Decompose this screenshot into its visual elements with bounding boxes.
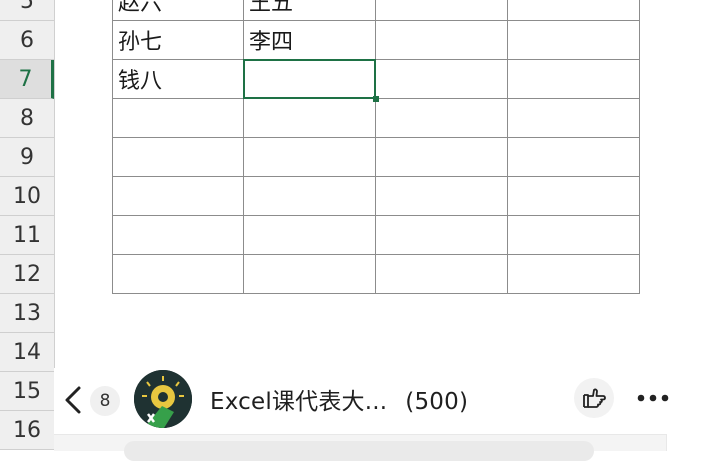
cell-5-4[interactable] bbox=[508, 0, 640, 21]
row-header-11[interactable]: 11 bbox=[0, 216, 54, 255]
chat-input-field[interactable] bbox=[124, 441, 594, 461]
cell-11-1[interactable] bbox=[112, 216, 244, 255]
cell-9-2[interactable] bbox=[244, 138, 376, 177]
cell-7-4[interactable] bbox=[508, 60, 640, 99]
row-header-16[interactable]: 16 bbox=[0, 411, 54, 450]
cell-12-3[interactable] bbox=[376, 255, 508, 294]
cell-5-1[interactable]: 赵六 bbox=[112, 0, 244, 21]
row-header-8[interactable]: 8 bbox=[0, 99, 54, 138]
cell-12-2[interactable] bbox=[244, 255, 376, 294]
cell-6-2[interactable]: 李四 bbox=[244, 21, 376, 60]
cell-11-2[interactable] bbox=[244, 216, 376, 255]
cell-8-2[interactable] bbox=[244, 99, 376, 138]
back-button[interactable] bbox=[60, 384, 86, 416]
cell-8-1[interactable] bbox=[112, 99, 244, 138]
row-header: 5 6 7 8 9 10 11 12 13 14 15 16 bbox=[0, 0, 55, 450]
cell-9-1[interactable] bbox=[112, 138, 244, 177]
cell-8-4[interactable] bbox=[508, 99, 640, 138]
row-header-10[interactable]: 10 bbox=[0, 177, 54, 216]
row-header-9[interactable]: 9 bbox=[0, 138, 54, 177]
more-horizontal-icon bbox=[637, 394, 669, 402]
row-header-5[interactable]: 5 bbox=[0, 0, 54, 21]
cell-6-1[interactable]: 孙七 bbox=[112, 21, 244, 60]
row-header-12[interactable]: 12 bbox=[0, 255, 54, 294]
gesture-button[interactable] bbox=[574, 378, 614, 418]
cell-9-3[interactable] bbox=[376, 138, 508, 177]
cell-12-1[interactable] bbox=[112, 255, 244, 294]
group-avatar[interactable] bbox=[134, 370, 192, 428]
cell-7-3[interactable] bbox=[376, 60, 508, 99]
cell-12-4[interactable] bbox=[508, 255, 640, 294]
cell-10-3[interactable] bbox=[376, 177, 508, 216]
cell-10-4[interactable] bbox=[508, 177, 640, 216]
cell-7-1[interactable]: 钱八 bbox=[112, 60, 244, 99]
cell-6-4[interactable] bbox=[508, 21, 640, 60]
chat-input-strip bbox=[54, 434, 667, 461]
chat-title-text: Excel课代表大... bbox=[210, 389, 388, 415]
cell-10-2[interactable] bbox=[244, 177, 376, 216]
cell-10-1[interactable] bbox=[112, 177, 244, 216]
unread-count-badge: 8 bbox=[90, 386, 120, 416]
member-count: (500) bbox=[405, 389, 469, 415]
row-header-14[interactable]: 14 bbox=[0, 333, 54, 372]
row-header-13[interactable]: 13 bbox=[0, 294, 54, 333]
active-cell-outline bbox=[243, 59, 376, 99]
chat-overlay-bar: 8 Excel课代表大... (500) bbox=[54, 368, 720, 438]
cell-11-3[interactable] bbox=[376, 216, 508, 255]
cell-5-2[interactable]: 王五 bbox=[244, 0, 376, 21]
fill-handle[interactable] bbox=[373, 96, 379, 102]
row-header-7[interactable]: 7 bbox=[0, 60, 54, 99]
row-header-15[interactable]: 15 bbox=[0, 372, 54, 411]
row-header-6[interactable]: 6 bbox=[0, 21, 54, 60]
chevron-left-icon bbox=[65, 386, 81, 414]
cell-9-4[interactable] bbox=[508, 138, 640, 177]
cell-5-3[interactable] bbox=[376, 0, 508, 21]
cell-8-3[interactable] bbox=[376, 99, 508, 138]
gear-bulb-icon bbox=[134, 370, 192, 428]
chat-title[interactable]: Excel课代表大... (500) bbox=[210, 382, 468, 416]
hand-point-icon bbox=[583, 388, 606, 408]
cell-11-4[interactable] bbox=[508, 216, 640, 255]
cell-6-3[interactable] bbox=[376, 21, 508, 60]
more-button[interactable] bbox=[634, 382, 672, 414]
